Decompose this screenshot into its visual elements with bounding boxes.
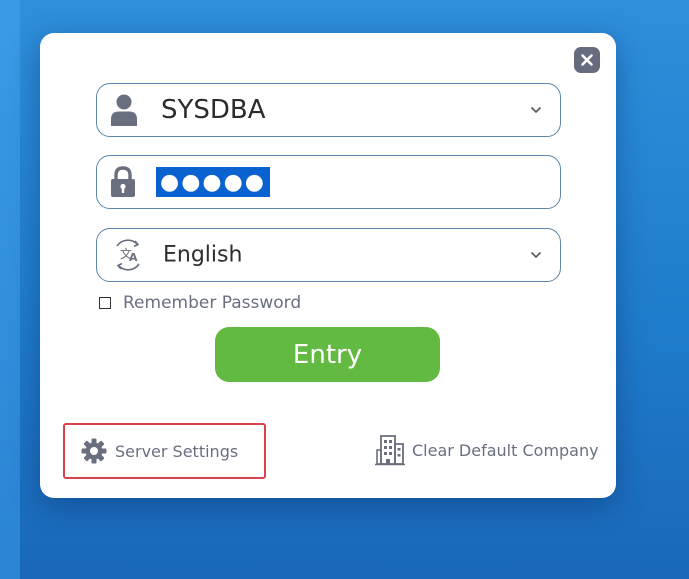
chevron-down-icon[interactable]	[530, 106, 542, 114]
remember-password-label: Remember Password	[123, 293, 302, 313]
username-select[interactable]: SYSDBA	[96, 83, 561, 137]
clear-default-company-label: Clear Default Company	[412, 440, 599, 460]
entry-button[interactable]: Entry	[215, 327, 440, 382]
close-icon	[581, 54, 593, 66]
server-settings-label: Server Settings	[115, 441, 239, 461]
username-value: SYSDBA	[161, 95, 266, 125]
language-value: English	[163, 242, 243, 268]
svg-text:A: A	[129, 251, 138, 264]
chevron-down-icon[interactable]	[530, 251, 542, 259]
server-settings-link[interactable]: Server Settings	[63, 423, 266, 479]
language-select[interactable]: 文 A English	[96, 228, 561, 282]
clear-default-company-link[interactable]: Clear Default Company	[374, 434, 599, 466]
lock-icon	[109, 166, 137, 198]
password-field[interactable]: ●●●●●	[96, 155, 561, 209]
close-button[interactable]	[574, 47, 600, 73]
user-icon	[109, 93, 139, 127]
password-value-selected[interactable]: ●●●●●	[156, 167, 270, 197]
gear-icon	[81, 438, 107, 464]
translate-icon: 文 A	[109, 239, 147, 271]
desktop-background	[0, 0, 20, 579]
building-icon	[374, 434, 406, 466]
remember-password-option[interactable]: Remember Password	[99, 293, 301, 313]
remember-password-checkbox[interactable]	[99, 297, 111, 309]
